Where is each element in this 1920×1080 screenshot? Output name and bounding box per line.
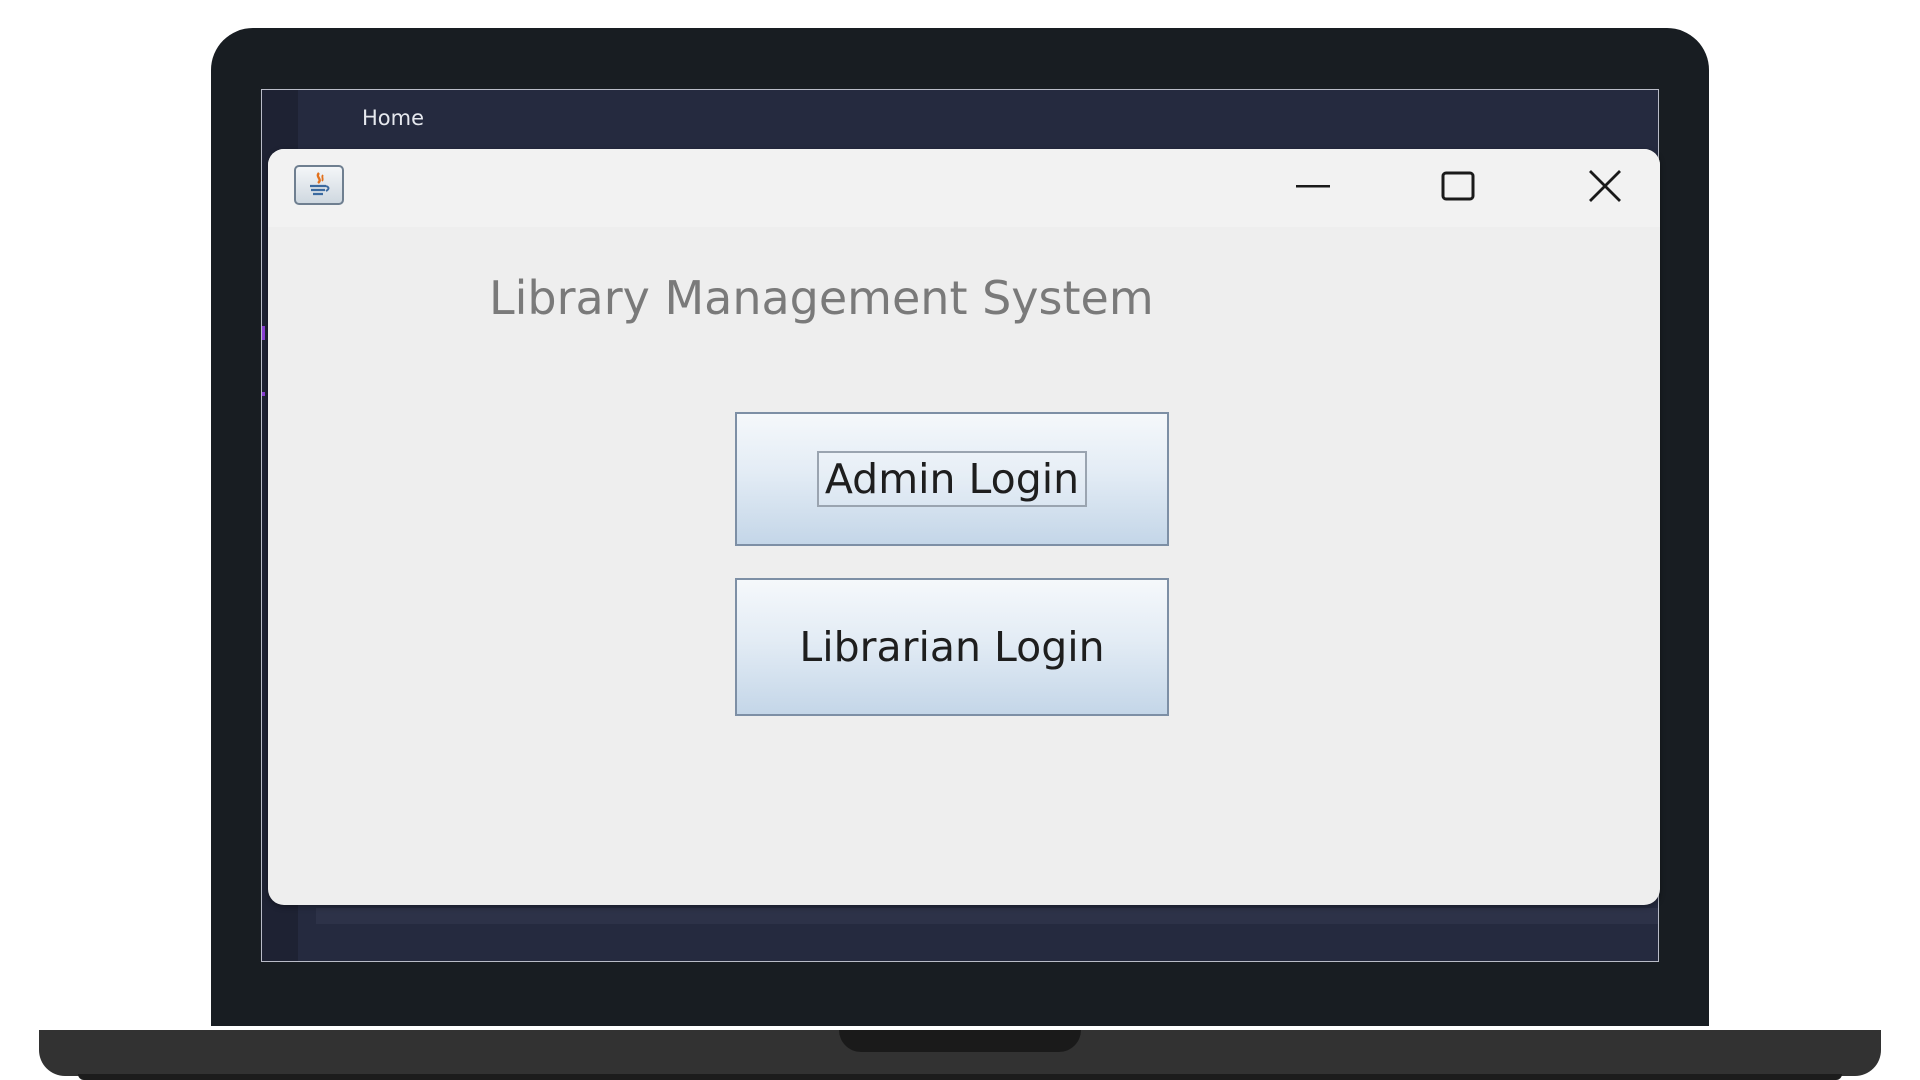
- ide-top-bar: Home: [298, 90, 1658, 150]
- laptop-notch: [839, 1030, 1081, 1052]
- window-title-bar[interactable]: [268, 149, 1660, 227]
- laptop-base-shadow: [78, 1074, 1842, 1080]
- librarian-login-label: Librarian Login: [799, 623, 1105, 671]
- ide-bottom-bar: [316, 908, 1658, 924]
- maximize-icon[interactable]: [1423, 161, 1493, 211]
- admin-login-label: Admin Login: [816, 451, 1088, 507]
- java-coffee-icon[interactable]: [294, 165, 344, 205]
- admin-login-button[interactable]: Admin Login: [735, 412, 1169, 546]
- accent-marker: [262, 326, 265, 340]
- app-window: Library Management System Admin Login Li…: [268, 149, 1660, 905]
- librarian-login-button[interactable]: Librarian Login: [735, 578, 1169, 716]
- laptop-mockup: Home Library Management System Admin Log…: [0, 0, 1920, 1080]
- page-title: Library Management System: [489, 271, 1154, 325]
- close-icon[interactable]: [1570, 161, 1640, 211]
- accent-marker: [262, 392, 265, 396]
- tab-home[interactable]: Home: [362, 106, 424, 130]
- minimize-icon[interactable]: [1278, 161, 1348, 211]
